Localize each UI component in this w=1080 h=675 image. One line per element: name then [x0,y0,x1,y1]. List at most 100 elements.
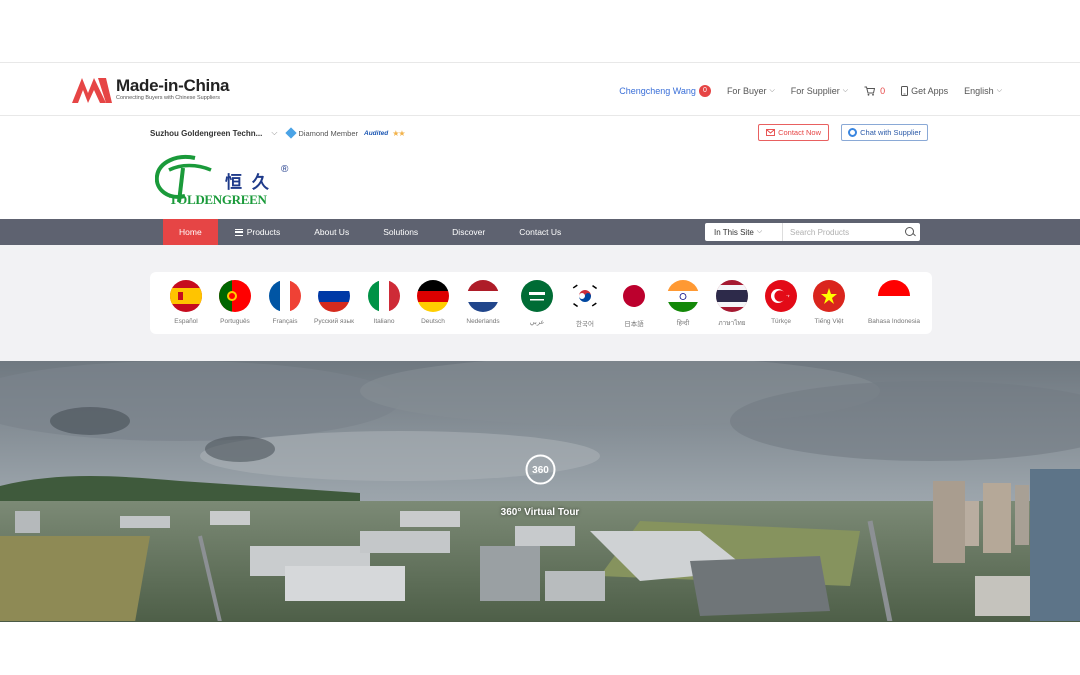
language-option-es[interactable]: Español [158,280,214,325]
get-apps-label: Get Apps [911,86,949,96]
nav-item-label: Discover [452,227,486,237]
flag-jp-icon [618,280,650,312]
language-option-pt[interactable]: Português [207,280,263,325]
nav-item-label: Contact Us [519,227,562,237]
search-icon[interactable] [904,223,920,241]
made-in-china-logo[interactable]: Made-in-China Connecting Buyers with Chi… [72,75,230,103]
brand-latin-name: TOLDENGREEN [169,192,267,207]
language-label: Bahasa Indonesia [867,318,921,325]
360-icon-text: 360 [532,465,549,476]
nav-item-discover[interactable]: Discover [435,219,502,245]
language-option-nl[interactable]: Nederlands [455,280,511,325]
contact-now-label: Contact Now [778,128,821,137]
flag-de-icon [417,280,449,312]
chat-label: Chat with Supplier [860,128,921,137]
virtual-tour-banner[interactable]: 360 360° Virtual Tour [0,361,1080,622]
supplier-brand-logo[interactable]: 恒 久 ® TOLDENGREEN [154,152,300,210]
language-option-kr[interactable]: 한국어 [557,280,613,328]
page: Made-in-China Connecting Buyers with Chi… [0,0,1080,675]
phone-icon [901,86,909,96]
chevron-down-icon: ⌵ [756,228,763,235]
virtual-tour-360-icon[interactable]: 360 [524,453,557,486]
language-label: Italiano [373,318,395,325]
flag-it-icon [368,280,400,312]
language-option-in[interactable]: हिन्दी [655,280,711,327]
user-name: Chengcheng Wang [619,86,696,96]
language-option-id[interactable]: Bahasa Indonesia [866,280,922,325]
flag-tr-icon [765,280,797,312]
language-label: 한국어 [576,321,594,328]
language-option-it[interactable]: Italiano [356,280,412,325]
site-header: Made-in-China Connecting Buyers with Chi… [0,62,1080,116]
language-label: Español [174,318,198,325]
chevron-down-icon: ⌵ [842,87,849,94]
language-label: Français [272,318,298,325]
for-buyer-label: For Buyer [726,86,767,96]
language-flag-list: Español Português Français Русский язык Ital… [150,272,932,334]
flag-es-icon [170,280,202,312]
search-scope-select[interactable]: In This Site ⌵ [705,223,783,241]
nav-item-solutions[interactable]: Solutions [366,219,435,245]
flag-fr-icon [269,280,301,312]
language-option-vn[interactable]: Tiếng Việt [801,280,857,325]
contact-now-button[interactable]: Contact Now [758,124,829,141]
language-label: 日本語 [624,321,644,328]
language-option-jp[interactable]: 日本語 [606,280,662,328]
flag-nl-icon [467,280,499,312]
cart-count: 0 [880,86,886,96]
supplier-name[interactable]: Suzhou Goldengreen Techn... [150,129,262,138]
diamond-icon [285,127,298,139]
message-badge: 0 [698,85,711,97]
flag-in-icon [667,280,699,312]
chat-icon [848,128,858,137]
main-nav-items: Home Products About Us Solutions Discover Con… [163,219,578,245]
nav-item-label: Solutions [383,227,419,237]
top-nav: Chengcheng Wang 0 For Buyer ⌵ For Suppli… [603,85,1002,97]
flag-kr-icon [569,280,601,312]
mic-logo-name: Made-in-China [116,75,230,95]
chevron-down-icon[interactable]: ⌵ [271,128,277,138]
for-buyer-menu[interactable]: For Buyer ⌵ [727,86,775,96]
for-supplier-menu[interactable]: For Supplier ⌵ [791,86,848,96]
language-option-de[interactable]: Deutsch [405,280,461,325]
factory-panorama-image [0,361,1080,622]
mic-logo-tagline: Connecting Buyers with Chinese Suppliers [116,94,220,101]
mail-icon [766,129,776,136]
nav-item-about-us[interactable]: About Us [297,219,366,245]
membership-label: Diamond Member [298,128,358,138]
get-apps-link[interactable]: Get Apps [901,86,948,96]
flag-ru-icon [318,280,350,312]
language-label: Tiếng Việt [814,318,844,325]
language-section: Español Português Français Русский язык Ital… [0,245,1080,361]
language-label: ภาษาไทย [718,320,746,327]
nav-item-contact-us[interactable]: Contact Us [502,219,578,245]
site-search: In This Site ⌵ [705,223,920,241]
chat-with-supplier-button[interactable]: Chat with Supplier [841,124,928,141]
registered-mark: ® [281,164,289,175]
supplier-info-bar: Suzhou Goldengreen Techn... ⌵ Diamond Me… [150,124,928,142]
nav-item-home[interactable]: Home [163,219,218,245]
star-rating: ★★ [392,128,405,138]
chevron-down-icon: ⌵ [996,87,1002,94]
diamond-member-badge: Diamond Member [285,127,358,139]
main-nav: Home Products About Us Solutions Discover Con… [0,219,1080,245]
chevron-down-icon: ⌵ [769,87,775,94]
language-label: Nederlands [466,318,500,325]
menu-icon [234,228,243,236]
virtual-tour-label[interactable]: 360° Virtual Tour [480,507,600,518]
language-option-ru[interactable]: Русский язык [306,280,362,325]
mic-logo-icon [72,78,112,103]
flag-id-icon [878,280,910,312]
nav-item-label: About Us [314,227,350,237]
language-label: Deutsch [421,318,445,325]
cart-link[interactable]: 0 [864,86,885,96]
search-input[interactable] [783,227,904,237]
language-option-fr[interactable]: Français [257,280,313,325]
nav-item-products[interactable]: Products [218,219,298,245]
language-select[interactable]: English ⌵ [964,86,1002,96]
language-option-th[interactable]: ภาษาไทย [704,280,760,328]
for-supplier-label: For Supplier [790,86,840,96]
audited-badge: Audited [364,129,389,137]
search-scope-label: In This Site [714,227,754,237]
user-account-link[interactable]: Chengcheng Wang 0 [619,85,711,97]
